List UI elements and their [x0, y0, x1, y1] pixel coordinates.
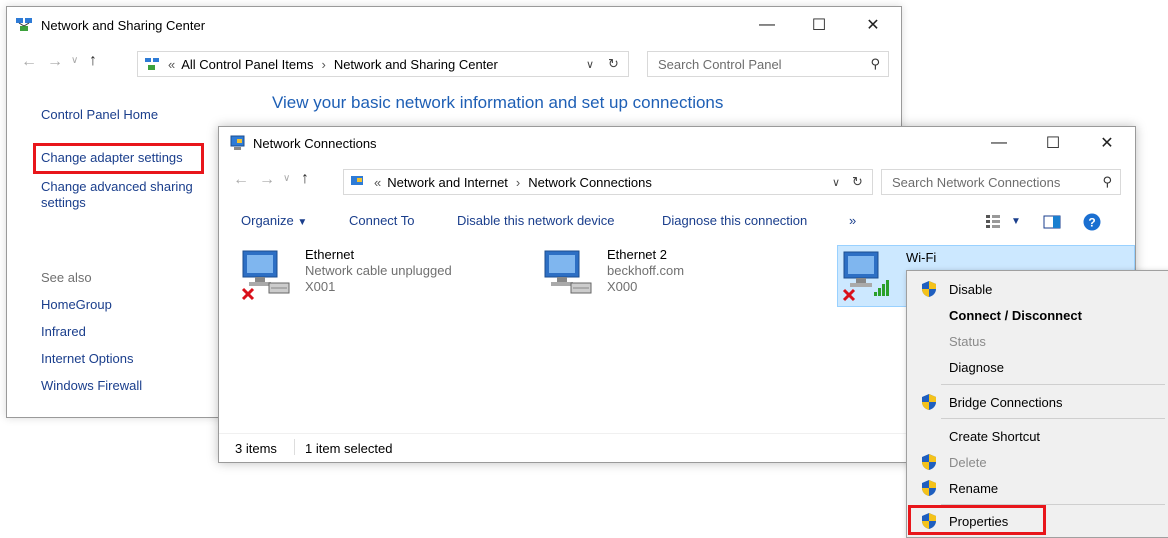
forward-arrow-icon[interactable]: → [259, 171, 275, 189]
uac-shield-icon [922, 480, 936, 496]
search-control-panel-input[interactable]: Search Control Panel ⚲ [647, 51, 889, 77]
menu-item-connect-disconnect[interactable]: Connect / Disconnect [949, 308, 1082, 323]
menu-separator [941, 418, 1165, 419]
address-bar[interactable]: « Network and Internet › Network Connect… [343, 169, 873, 195]
close-button[interactable]: ✕ [855, 11, 891, 39]
ethernet-icon [544, 250, 592, 294]
diagnose-connection-button[interactable]: Diagnose this connection [662, 213, 807, 228]
organize-label: Organize [241, 213, 294, 228]
connection-status: Network cable unplugged [305, 263, 452, 278]
up-arrow-icon[interactable]: ↑ [301, 170, 309, 188]
recent-locations-chevron-icon[interactable]: ∨ [71, 55, 78, 66]
view-options-dropdown-icon[interactable]: ▼ [1011, 216, 1021, 227]
status-divider [294, 439, 295, 455]
network-center-app-icon [16, 18, 32, 31]
menu-item-disable[interactable]: Disable [949, 282, 992, 297]
connection-name: Ethernet [305, 247, 355, 262]
organize-dropdown-icon: ▼ [297, 217, 308, 228]
preview-pane-icon[interactable] [1043, 215, 1061, 229]
address-dropdown-icon[interactable]: ∨ [832, 176, 840, 189]
connection-status: beckhoff.com [607, 263, 685, 278]
uac-shield-icon [922, 394, 936, 410]
menu-item-rename[interactable]: Rename [949, 481, 998, 496]
change-adapter-highlight [33, 143, 204, 174]
breadcrumb-overflow[interactable]: « [168, 57, 175, 72]
menu-item-status: Status [949, 334, 986, 349]
page-heading: View your basic network information and … [272, 93, 724, 112]
change-advanced-sharing-link-line2[interactable]: settings [41, 195, 86, 210]
infrared-link[interactable]: Infrared [41, 324, 86, 339]
item-count: 3 items [235, 441, 277, 456]
minimize-button[interactable]: — [981, 129, 1017, 157]
window-title: Network Connections [253, 136, 377, 151]
more-commands-button[interactable]: » [849, 213, 856, 228]
menu-separator [941, 384, 1165, 385]
change-view-icon[interactable] [985, 213, 1001, 229]
uac-shield-icon [922, 281, 936, 297]
menu-item-create-shortcut[interactable]: Create Shortcut [949, 429, 1040, 444]
up-arrow-icon[interactable]: ↑ [89, 52, 97, 70]
back-arrow-icon[interactable]: ← [21, 53, 37, 71]
maximize-button[interactable]: ☐ [1035, 129, 1071, 157]
change-advanced-sharing-link[interactable]: Change advanced sharing [41, 179, 193, 194]
windows-firewall-link[interactable]: Windows Firewall [41, 378, 142, 393]
connection-device: X001 [305, 279, 336, 294]
search-placeholder: Search Control Panel [658, 56, 782, 72]
breadcrumb-overflow[interactable]: « [374, 175, 381, 190]
refresh-icon[interactable]: ↻ [608, 56, 619, 72]
connection-name: Ethernet 2 [607, 247, 667, 262]
breadcrumb-network-and-internet[interactable]: Network and Internet [387, 175, 508, 190]
svg-text:?: ? [1088, 216, 1095, 230]
wifi-disconnected-icon [842, 251, 889, 302]
breadcrumb-all-control-panel[interactable]: All Control Panel Items [181, 57, 313, 72]
see-also-label: See also [41, 270, 92, 285]
breadcrumb-separator-icon: › [515, 174, 521, 190]
network-center-small-icon [145, 58, 159, 70]
recent-locations-chevron-icon[interactable]: ∨ [283, 173, 290, 184]
context-menu: Disable Connect / Disconnect Status Diag… [906, 270, 1168, 538]
disable-device-button[interactable]: Disable this network device [457, 213, 615, 228]
connection-item[interactable]: Ethernet Network cable unplugged X001 [235, 245, 515, 305]
uac-shield-icon [922, 454, 936, 470]
search-icon[interactable]: ⚲ [1102, 174, 1112, 190]
selected-count: 1 item selected [305, 441, 393, 456]
help-icon[interactable]: ? [1083, 213, 1101, 231]
connection-device: X000 [607, 279, 638, 294]
connect-to-button[interactable]: Connect To [349, 213, 415, 228]
forward-arrow-icon[interactable]: → [47, 53, 63, 71]
connection-name: Wi-Fi [906, 250, 937, 265]
network-connections-app-icon [230, 135, 245, 150]
breadcrumb-separator-icon: › [321, 56, 326, 72]
maximize-button[interactable]: ☐ [801, 11, 837, 39]
address-dropdown-icon[interactable]: ∨ [586, 58, 594, 71]
search-network-connections-input[interactable]: Search Network Connections ⚲ [881, 169, 1121, 195]
search-placeholder: Search Network Connections [892, 174, 1061, 190]
close-button[interactable]: ✕ [1089, 129, 1125, 157]
menu-item-delete: Delete [949, 455, 987, 470]
address-bar[interactable]: « All Control Panel Items › Network and … [137, 51, 629, 77]
refresh-icon[interactable]: ↻ [852, 174, 863, 190]
network-connections-small-icon [351, 176, 363, 185]
internet-options-link[interactable]: Internet Options [41, 351, 134, 366]
search-icon[interactable]: ⚲ [870, 56, 880, 72]
menu-item-bridge-connections[interactable]: Bridge Connections [949, 395, 1062, 410]
breadcrumb-network-sharing-center[interactable]: Network and Sharing Center [334, 57, 498, 72]
connection-item[interactable]: Ethernet 2 beckhoff.com X000 [537, 245, 817, 305]
properties-highlight [908, 505, 1046, 535]
organize-menu[interactable]: Organize ▼ [241, 213, 307, 228]
breadcrumb-network-connections[interactable]: Network Connections [528, 175, 652, 190]
control-panel-home-link[interactable]: Control Panel Home [41, 107, 158, 122]
window-title: Network and Sharing Center [41, 18, 206, 33]
minimize-button[interactable]: — [749, 11, 785, 39]
homegroup-link[interactable]: HomeGroup [41, 297, 112, 312]
ethernet-disconnected-icon [241, 250, 290, 301]
back-arrow-icon[interactable]: ← [233, 171, 249, 189]
menu-item-diagnose[interactable]: Diagnose [949, 360, 1004, 375]
